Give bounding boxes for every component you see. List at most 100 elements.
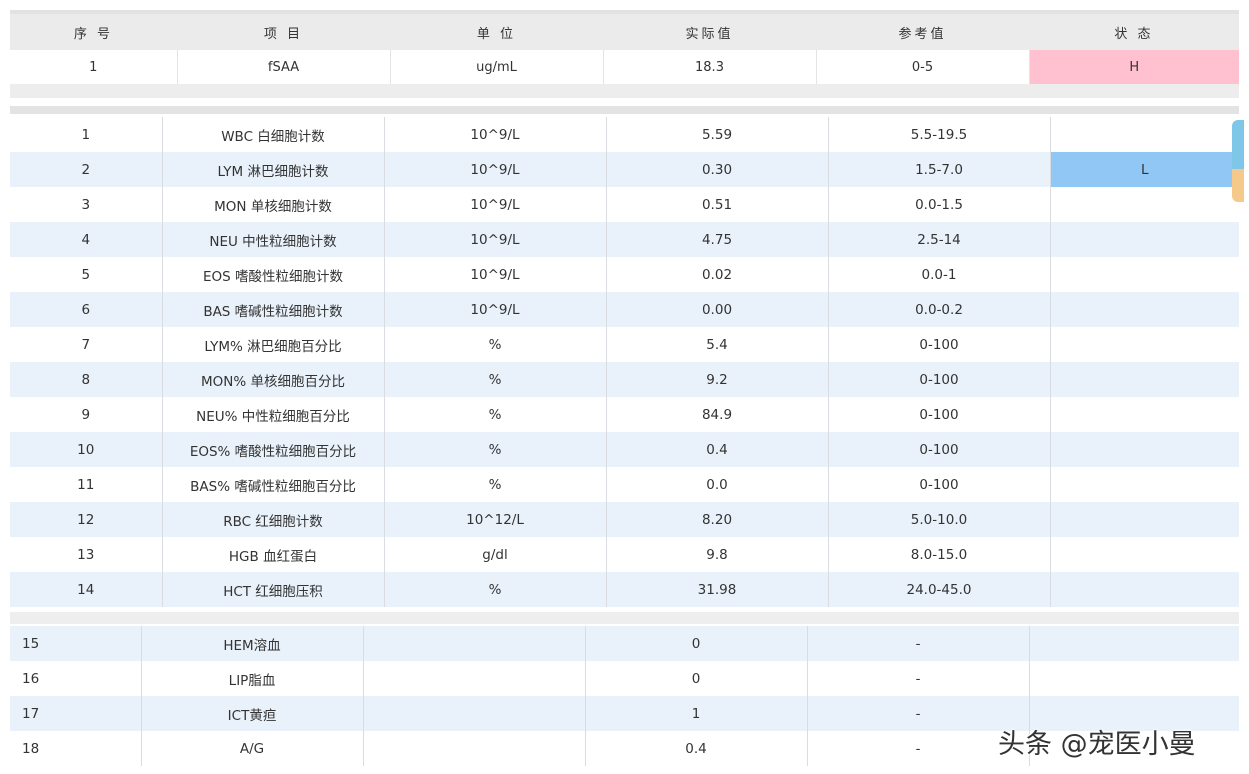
cell-index: 9 [10, 397, 163, 432]
cell-unit: % [384, 327, 607, 362]
cell-actual: 0 [585, 661, 808, 696]
cell-reference: - [807, 731, 1030, 766]
cell-item: MON% 单核细胞百分比 [162, 362, 385, 397]
side-float-tab[interactable] [1232, 120, 1244, 202]
cell-status [1050, 222, 1239, 257]
cell-actual: 1 [585, 696, 808, 731]
cell-actual: 0.4 [585, 731, 808, 766]
cell-reference: 0-100 [828, 362, 1051, 397]
cell-unit: 10^12/L [384, 502, 607, 537]
cell-index: 7 [10, 327, 163, 362]
header-item: 项 目 [177, 10, 390, 50]
cell-unit: 10^9/L [384, 222, 607, 257]
cell-status [1050, 117, 1239, 152]
cell-item: LYM% 淋巴细胞百分比 [162, 327, 385, 362]
cell-item: BAS 嗜碱性粒细胞计数 [162, 292, 385, 327]
cell-unit: % [384, 397, 607, 432]
table-row: 10 EOS% 嗜酸性粒细胞百分比% 0.4 0-100 [10, 432, 1239, 467]
cell-reference: 0-100 [828, 432, 1051, 467]
cell-status [1050, 397, 1239, 432]
table-row: 15 HEM溶血 0- [10, 626, 1239, 661]
cell-item: WBC 白细胞计数 [162, 117, 385, 152]
cell-reference: 1.5-7.0 [828, 152, 1051, 187]
section-divider [10, 106, 1239, 114]
cell-actual: 0.30 [606, 152, 829, 187]
cell-reference: 5.0-10.0 [828, 502, 1051, 537]
table-row: 12 RBC 红细胞计数 10^12/L 8.20 5.0-10.0 [10, 502, 1239, 537]
cell-actual: 31.98 [606, 572, 829, 607]
cell-status [1050, 502, 1239, 537]
cell-reference: 0-100 [828, 467, 1051, 502]
cell-actual: 84.9 [606, 397, 829, 432]
cell-actual: 0 [585, 626, 808, 661]
table-row: 6 BAS 嗜碱性粒细胞计数 10^9/L 0.00 0.0-0.2 [10, 292, 1239, 327]
cell-status [1050, 187, 1239, 222]
cell-index: 18 [10, 731, 142, 766]
cell-index: 4 [10, 222, 163, 257]
cell-unit: % [384, 572, 607, 607]
table-row: 3 MON 单核细胞计数 10^9/L 0.51 0.0-1.5 [10, 187, 1239, 222]
cell-unit: 10^9/L [384, 257, 607, 292]
cell-unit: 10^9/L [384, 117, 607, 152]
cell-actual: 5.4 [606, 327, 829, 362]
cell-actual: 9.2 [606, 362, 829, 397]
cell-status [1050, 572, 1239, 607]
cell-actual: 8.20 [606, 502, 829, 537]
table-row: 11 BAS% 嗜碱性粒细胞百分比% 0.0 0-100 [10, 467, 1239, 502]
cell-status [1050, 537, 1239, 572]
cell-actual: 9.8 [606, 537, 829, 572]
cell-item: RBC 红细胞计数 [162, 502, 385, 537]
cell-reference: 8.0-15.0 [828, 537, 1051, 572]
cell-index: 10 [10, 432, 163, 467]
cell-actual: 0.00 [606, 292, 829, 327]
status-badge-high: H [1029, 50, 1239, 84]
cell-index: 8 [10, 362, 163, 397]
cell-item: LIP脂血 [141, 661, 364, 696]
table-row: 14 HCT 红细胞压积% 31.98 24.0-45.0 [10, 572, 1239, 607]
cell-item: LYM 淋巴细胞计数 [162, 152, 385, 187]
cell-unit: 10^9/L [384, 152, 607, 187]
cell-status [1050, 467, 1239, 502]
cell-reference: 5.5-19.5 [828, 117, 1051, 152]
cell-index: 17 [10, 696, 142, 731]
header-reference: 参考值 [816, 10, 1029, 50]
cell-index: 14 [10, 572, 163, 607]
cell-unit: % [384, 432, 607, 467]
table-row: 1 fSAA ug/mL 18.3 0-5 H [10, 50, 1239, 84]
table-row: 7 LYM% 淋巴细胞百分比% 5.4 0-100 [10, 327, 1239, 362]
cell-index: 12 [10, 502, 163, 537]
cell-unit: 10^9/L [384, 292, 607, 327]
cell-item: ICT黄疸 [141, 696, 364, 731]
cell-reference: 0-100 [828, 397, 1051, 432]
table-row: 5 EOS 嗜酸性粒细胞计数 10^9/L 0.02 0.0-1 [10, 257, 1239, 292]
cell-index: 16 [10, 661, 142, 696]
cell-status [1050, 362, 1239, 397]
cell-reference: 0.0-1.5 [828, 187, 1051, 222]
header-unit: 单 位 [390, 10, 603, 50]
table-footer-spacer [10, 84, 1239, 98]
cell-actual: 18.3 [603, 50, 817, 84]
cell-actual: 4.75 [606, 222, 829, 257]
cell-item: EOS 嗜酸性粒细胞计数 [162, 257, 385, 292]
cbc-table: 1 WBC 白细胞计数 10^9/L 5.59 5.5-19.5 2 LYM 淋巴细胞计数 1… [10, 117, 1239, 612]
cell-status [1050, 432, 1239, 467]
cell-item: NEU 中性粒细胞计数 [162, 222, 385, 257]
cell-reference: - [807, 696, 1030, 731]
header-status: 状 态 [1029, 10, 1239, 50]
table-row: 13 HGB 血红蛋白 g/dl 9.8 8.0-15.0 [10, 537, 1239, 572]
cell-reference: 0-5 [816, 50, 1030, 84]
cell-unit: ug/mL [390, 50, 604, 84]
cell-status [1029, 661, 1239, 696]
table-row: 8 MON% 单核细胞百分比% 9.2 0-100 [10, 362, 1239, 397]
table-row: 16 LIP脂血 0- [10, 661, 1239, 696]
section-divider [10, 612, 1239, 624]
cell-reference: 0-100 [828, 327, 1051, 362]
table-row: 1 WBC 白细胞计数 10^9/L 5.59 5.5-19.5 [10, 117, 1239, 152]
fsaa-table: 序 号 项 目 单 位 实际值 参考值 状 态 1 fSAA ug/mL 18.… [10, 10, 1239, 98]
cell-index: 3 [10, 187, 163, 222]
cell-status [1050, 257, 1239, 292]
cell-item: HEM溶血 [141, 626, 364, 661]
cell-unit [363, 661, 586, 696]
cell-reference: 2.5-14 [828, 222, 1051, 257]
cell-actual: 0.4 [606, 432, 829, 467]
